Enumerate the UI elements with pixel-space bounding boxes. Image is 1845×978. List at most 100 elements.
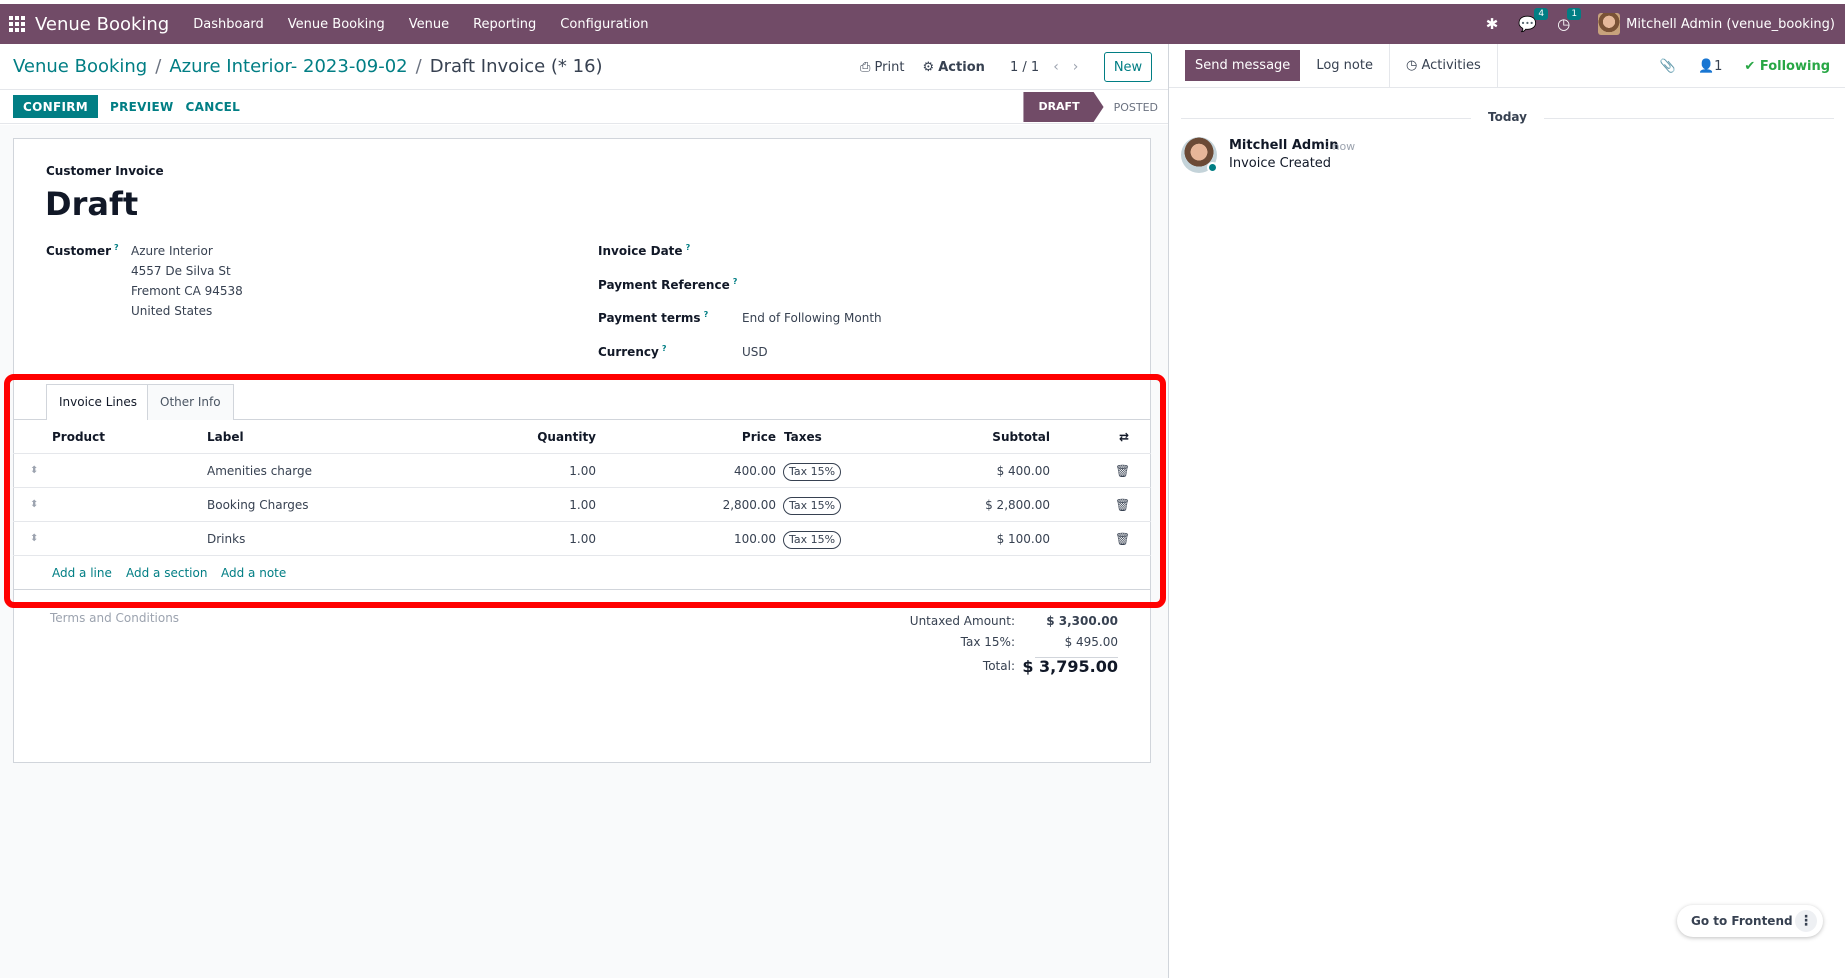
- chatter-panel: Send message Log note ◷ Activities 📎 👤1 …: [1168, 43, 1845, 978]
- go-to-frontend-button[interactable]: Go to Frontend ⋮: [1677, 905, 1823, 937]
- user-menu[interactable]: Mitchell Admin (venue_booking): [1598, 13, 1835, 35]
- header-taxes[interactable]: Taxes: [784, 420, 822, 454]
- invoice-date-label: Invoice Date?: [598, 243, 691, 258]
- user-icon: 👤: [1697, 58, 1715, 74]
- breadcrumb-separator: /: [415, 56, 422, 77]
- row-label[interactable]: Drinks: [207, 522, 245, 556]
- table-row[interactable]: ⬍ Amenities charge 1.00 400.00 Tax 15% $…: [13, 454, 1151, 488]
- debug-bug-icon[interactable]: ✱: [1486, 15, 1499, 33]
- message-author[interactable]: Mitchell Admin: [1229, 138, 1338, 153]
- user-name: Mitchell Admin (venue_booking): [1626, 16, 1835, 32]
- chevron-left-icon[interactable]: ‹: [1053, 59, 1059, 75]
- printer-icon: ⎙: [860, 59, 871, 75]
- row-taxes[interactable]: Tax 15%: [783, 488, 842, 522]
- activities-button[interactable]: ◷ Activities: [1406, 58, 1481, 73]
- menu-venue-booking[interactable]: Venue Booking: [288, 17, 385, 32]
- add-line-link[interactable]: Add a line: [52, 556, 112, 590]
- check-icon: ✔: [1744, 58, 1756, 74]
- chevron-right-icon[interactable]: ›: [1073, 59, 1079, 75]
- invoice-type-label: Customer Invoice: [46, 164, 164, 178]
- row-quantity[interactable]: 1.00: [443, 522, 596, 556]
- row-subtotal: $ 400.00: [996, 464, 1050, 478]
- message-time: - now: [1325, 140, 1356, 153]
- clock-icon: ◷: [1405, 58, 1418, 73]
- header-product[interactable]: Product: [52, 420, 105, 454]
- followers-button[interactable]: 👤1: [1698, 59, 1722, 74]
- paperclip-icon[interactable]: 📎: [1660, 59, 1676, 74]
- column-settings-icon[interactable]: ⇄: [1119, 420, 1129, 454]
- menu-venue[interactable]: Venue: [409, 17, 449, 32]
- breadcrumb-root[interactable]: Venue Booking: [13, 56, 147, 77]
- gear-icon: ⚙: [922, 59, 935, 75]
- customer-street: 4557 De Silva St: [131, 264, 231, 278]
- payment-terms-label: Payment terms?: [598, 310, 709, 325]
- trash-icon[interactable]: 🗑: [1115, 522, 1130, 556]
- trash-icon[interactable]: 🗑: [1115, 488, 1130, 522]
- drag-handle-icon[interactable]: ⬍: [30, 522, 38, 556]
- row-subtotal: $ 100.00: [996, 532, 1050, 546]
- messages-icon[interactable]: 💬 4: [1518, 8, 1549, 33]
- stage-posted[interactable]: POSTED: [1104, 101, 1168, 114]
- stage-bar: DRAFT POSTED: [1023, 90, 1168, 124]
- app-title[interactable]: Venue Booking: [35, 14, 169, 35]
- header-label[interactable]: Label: [207, 420, 244, 454]
- tab-invoice-lines[interactable]: Invoice Lines: [46, 384, 150, 420]
- tax-value: $ 495.00: [1064, 635, 1118, 649]
- menu-configuration[interactable]: Configuration: [560, 17, 648, 32]
- customer-country: United States: [131, 304, 213, 318]
- breadcrumb-current: Draft Invoice (* 16): [429, 56, 603, 77]
- activities-clock-icon[interactable]: ◷ 1: [1557, 8, 1582, 33]
- pager-value[interactable]: 1 / 1: [1010, 60, 1039, 75]
- payment-terms-field[interactable]: End of Following Month: [742, 308, 882, 328]
- message-body: Invoice Created: [1229, 156, 1332, 171]
- terms-input[interactable]: Terms and Conditions: [50, 611, 179, 625]
- drag-handle-icon[interactable]: ⬍: [30, 454, 38, 488]
- log-note-button[interactable]: Log note: [1316, 58, 1373, 73]
- add-note-link[interactable]: Add a note: [221, 556, 286, 590]
- row-taxes[interactable]: Tax 15%: [783, 522, 842, 556]
- date-separator: Today: [1169, 110, 1845, 124]
- menu-reporting[interactable]: Reporting: [473, 17, 536, 32]
- messages-badge: 4: [1534, 8, 1549, 20]
- total-value: $ 3,795.00: [1022, 657, 1118, 676]
- stage-draft[interactable]: DRAFT: [1023, 92, 1103, 122]
- header-quantity[interactable]: Quantity: [443, 420, 596, 454]
- row-subtotal: $ 2,800.00: [985, 498, 1050, 512]
- tax-tag: Tax 15%: [783, 463, 842, 481]
- row-quantity[interactable]: 1.00: [443, 454, 596, 488]
- header-price[interactable]: Price: [643, 420, 776, 454]
- table-header: Product Label Quantity Price Taxes Subto…: [13, 420, 1151, 454]
- breadcrumb-record[interactable]: Azure Interior- 2023-09-02: [169, 56, 407, 77]
- add-section-link[interactable]: Add a section: [126, 556, 207, 590]
- divider: [1496, 43, 1498, 88]
- table-row[interactable]: ⬍ Booking Charges 1.00 2,800.00 Tax 15% …: [13, 488, 1151, 522]
- row-price[interactable]: 2,800.00: [643, 488, 776, 522]
- row-taxes[interactable]: Tax 15%: [783, 454, 842, 488]
- trash-icon[interactable]: 🗑: [1115, 454, 1130, 488]
- header-subtotal[interactable]: Subtotal: [953, 420, 1050, 454]
- help-icon: ?: [114, 243, 119, 252]
- row-quantity[interactable]: 1.00: [443, 488, 596, 522]
- row-price[interactable]: 100.00: [643, 522, 776, 556]
- online-status-icon: [1207, 162, 1218, 173]
- menu-dashboard[interactable]: Dashboard: [193, 17, 264, 32]
- currency-field[interactable]: USD: [742, 342, 768, 362]
- following-button[interactable]: ✔ Following: [1744, 59, 1830, 74]
- preview-button[interactable]: PREVIEW: [110, 100, 174, 114]
- customer-field[interactable]: Azure Interior 4557 De Silva St Fremont …: [131, 241, 243, 321]
- tab-other-info[interactable]: Other Info: [147, 384, 234, 420]
- table-row[interactable]: ⬍ Drinks 1.00 100.00 Tax 15% $ 100.00 🗑: [13, 522, 1151, 556]
- row-label[interactable]: Booking Charges: [207, 488, 309, 522]
- send-message-button[interactable]: Send message: [1185, 50, 1301, 81]
- print-button[interactable]: ⎙ Print: [860, 60, 904, 75]
- action-button[interactable]: ⚙ Action: [922, 60, 984, 75]
- cancel-button[interactable]: CANCEL: [186, 100, 241, 114]
- new-button[interactable]: New: [1104, 52, 1152, 82]
- invoice-lines-table: Product Label Quantity Price Taxes Subto…: [13, 420, 1151, 590]
- apps-grid-icon[interactable]: [9, 16, 25, 32]
- more-vertical-icon[interactable]: ⋮: [1795, 910, 1817, 932]
- drag-handle-icon[interactable]: ⬍: [30, 488, 38, 522]
- confirm-button[interactable]: CONFIRM: [13, 95, 98, 118]
- row-price[interactable]: 400.00: [643, 454, 776, 488]
- row-label[interactable]: Amenities charge: [207, 454, 312, 488]
